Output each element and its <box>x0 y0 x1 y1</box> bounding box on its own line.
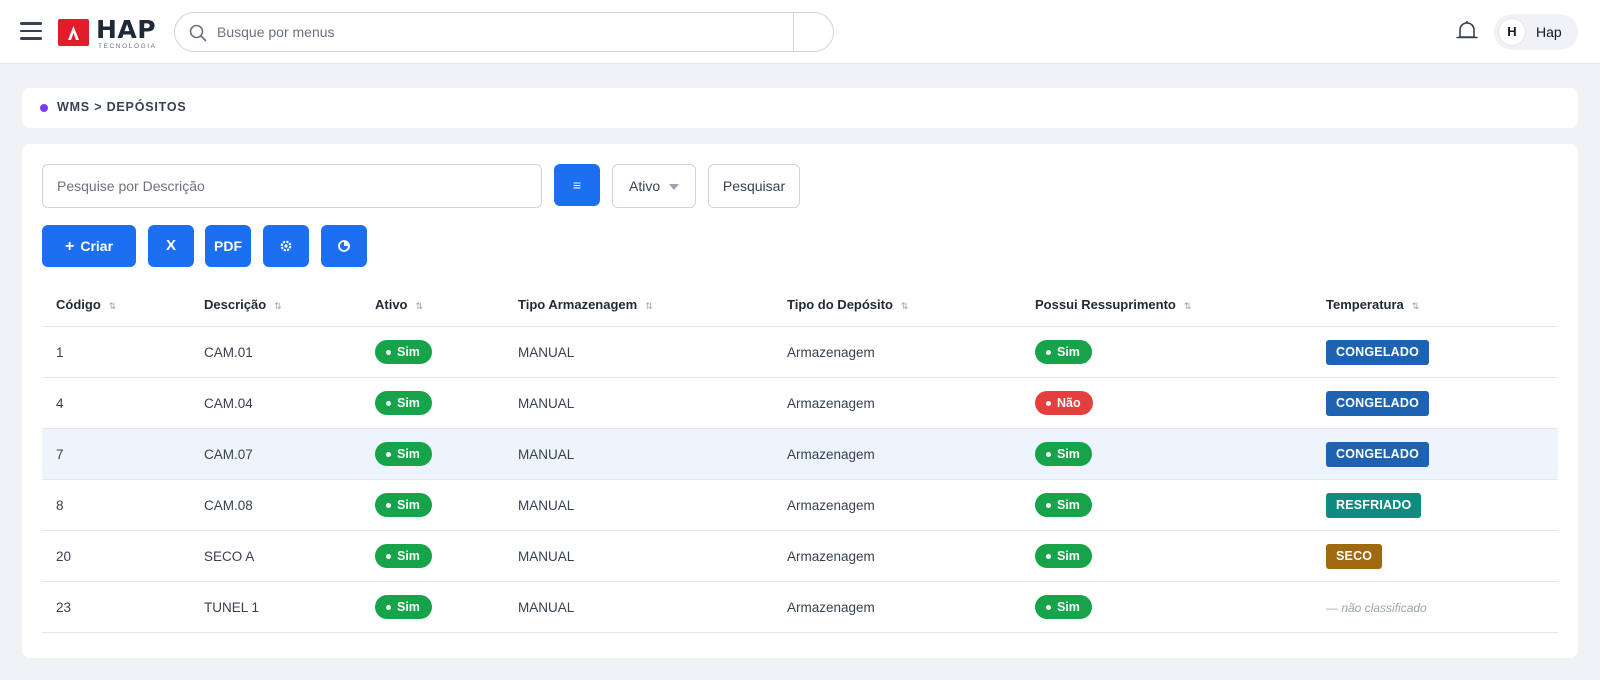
filter-button[interactable]: ≡ <box>554 164 600 206</box>
table-row[interactable]: 7 CAM.07 Sim MANUAL Armazenagem Sim CONG… <box>42 429 1558 480</box>
top-bar: HAP TECNOLOGIA H Hap <box>0 0 1600 64</box>
status-select-value: Ativo <box>629 178 661 194</box>
table-row[interactable]: 8 CAM.08 Sim MANUAL Armazenagem Sim RESF… <box>42 480 1558 531</box>
temperature-tag: CONGELADO <box>1326 391 1430 416</box>
status-badge: Sim <box>375 442 432 466</box>
cell-tipo-deposito: Armazenagem <box>787 345 875 360</box>
menu-search-input[interactable] <box>217 13 797 51</box>
column-header-codigo[interactable]: Código ⇅ <box>56 297 116 312</box>
status-badge: Sim <box>375 340 432 364</box>
ressuprimento-badge: Sim <box>1035 544 1092 568</box>
cell-tipo-deposito: Armazenagem <box>787 498 875 513</box>
avatar: H <box>1498 18 1526 46</box>
chevron-down-icon <box>669 184 679 190</box>
cell-descricao: CAM.01 <box>204 345 253 360</box>
export-excel-button[interactable]: X <box>148 225 194 267</box>
breadcrumb-card: WMS > DEPÓSITOS <box>22 88 1578 128</box>
plus-icon: + <box>64 238 75 255</box>
logo-text: HAP <box>96 15 157 44</box>
temperature-tag: SECO <box>1326 544 1383 569</box>
create-button[interactable]: + Criar <box>42 225 136 267</box>
cell-tipo-armazenagem: MANUAL <box>518 498 575 513</box>
search-button[interactable]: Pesquisar <box>708 164 800 208</box>
logo-mark <box>58 19 89 46</box>
temperature-tag: CONGELADO <box>1326 340 1430 365</box>
menu-search <box>174 12 834 52</box>
temperature-unclassified: — não classificado <box>1326 601 1427 615</box>
user-name: Hap <box>1536 24 1562 40</box>
breadcrumb: WMS > DEPÓSITOS <box>57 100 187 114</box>
sort-icon: ⇅ <box>274 301 282 311</box>
cell-tipo-armazenagem: MANUAL <box>518 345 575 360</box>
create-button-label: Criar <box>80 238 114 254</box>
cell-codigo: 8 <box>56 498 64 513</box>
main-card: ≡ Ativo Pesquisar + Criar X PDF Código⇅ D… <box>22 144 1578 658</box>
status-badge: Sim <box>375 544 432 568</box>
description-search-input[interactable] <box>42 164 542 208</box>
sort-icon: ⇅ <box>645 301 653 311</box>
cell-tipo-armazenagem: MANUAL <box>518 447 575 462</box>
cell-tipo-armazenagem: MANUAL <box>518 549 575 564</box>
column-header-tipo-deposito[interactable]: Tipo do Depósito ⇅ <box>787 297 908 312</box>
ressuprimento-badge: Sim <box>1035 595 1092 619</box>
temperature-tag: RESFRIADO <box>1326 493 1422 518</box>
notification-bell-icon[interactable] <box>1454 20 1480 44</box>
column-header-temperatura[interactable]: Temperatura ⇅ <box>1326 297 1419 312</box>
cell-descricao: CAM.08 <box>204 498 253 513</box>
cell-tipo-deposito: Armazenagem <box>787 549 875 564</box>
sort-icon: ⇅ <box>1183 301 1192 311</box>
sort-icon: ⇅ <box>415 301 424 311</box>
search-submit-button[interactable] <box>794 13 834 51</box>
logo-subtext: TECNOLOGIA <box>98 43 157 50</box>
sort-icon: ⇅ <box>1411 301 1420 311</box>
cell-codigo: 7 <box>56 447 64 462</box>
sort-icon: ⇅ <box>108 301 117 311</box>
cell-descricao: SECO A <box>204 549 255 564</box>
cell-codigo: 23 <box>56 600 72 615</box>
cell-tipo-deposito: Armazenagem <box>787 396 875 411</box>
temperature-tag: CONGELADO <box>1326 442 1430 467</box>
sort-icon: ⇅ <box>900 301 909 311</box>
cell-codigo: 1 <box>56 345 64 360</box>
table-row[interactable]: 4 CAM.04 Sim MANUAL Armazenagem Não CONG… <box>42 378 1558 429</box>
status-select[interactable]: Ativo <box>612 164 696 208</box>
deposits-table: Código ⇅ Descrição ⇅ Ativo ⇅ Tipo Armazenag… <box>42 282 1558 633</box>
status-badge: Sim <box>375 493 432 517</box>
ressuprimento-badge: Sim <box>1035 493 1092 517</box>
table-header: Código ⇅ Descrição ⇅ Ativo ⇅ Tipo Armazenag… <box>42 282 1558 327</box>
cell-tipo-armazenagem: MANUAL <box>518 600 575 615</box>
cell-descricao: CAM.04 <box>204 396 253 411</box>
ressuprimento-badge: Não <box>1035 391 1093 415</box>
breadcrumb-dot <box>40 104 48 112</box>
table-row[interactable]: 20 SECO A Sim MANUAL Armazenagem Sim SEC… <box>42 531 1558 582</box>
column-header-ativo[interactable]: Ativo ⇅ <box>375 297 423 312</box>
settings-button[interactable] <box>263 225 309 267</box>
status-badge: Sim <box>375 595 432 619</box>
column-header-descricao[interactable]: Descrição ⇅ <box>204 297 282 312</box>
cell-tipo-deposito: Armazenagem <box>787 447 875 462</box>
logo[interactable]: HAP TECNOLOGIA <box>58 15 158 51</box>
cell-descricao: TUNEL 1 <box>204 600 260 615</box>
cell-tipo-deposito: Armazenagem <box>787 600 875 615</box>
status-badge: Sim <box>375 391 432 415</box>
export-pdf-button[interactable]: PDF <box>205 225 251 267</box>
cell-tipo-armazenagem: MANUAL <box>518 396 575 411</box>
chart-button[interactable] <box>321 225 367 267</box>
column-header-tipo-armazenagem[interactable]: Tipo Armazenagem ⇅ <box>518 297 653 312</box>
user-menu[interactable]: H Hap <box>1494 14 1578 50</box>
ressuprimento-badge: Sim <box>1035 340 1092 364</box>
table-row[interactable]: 1 CAM.01 Sim MANUAL Armazenagem Sim CONG… <box>42 327 1558 378</box>
cell-codigo: 4 <box>56 396 64 411</box>
gear-icon <box>280 240 292 252</box>
table-row[interactable]: 23 TUNEL 1 Sim MANUAL Armazenagem Sim — … <box>42 582 1558 633</box>
column-header-ressuprimento[interactable]: Possui Ressuprimento ⇅ <box>1035 297 1191 312</box>
cell-codigo: 20 <box>56 549 72 564</box>
pie-chart-icon <box>338 240 350 252</box>
cell-descricao: CAM.07 <box>204 447 253 462</box>
menu-icon[interactable] <box>20 22 42 40</box>
search-icon <box>189 24 207 42</box>
ressuprimento-badge: Sim <box>1035 442 1092 466</box>
